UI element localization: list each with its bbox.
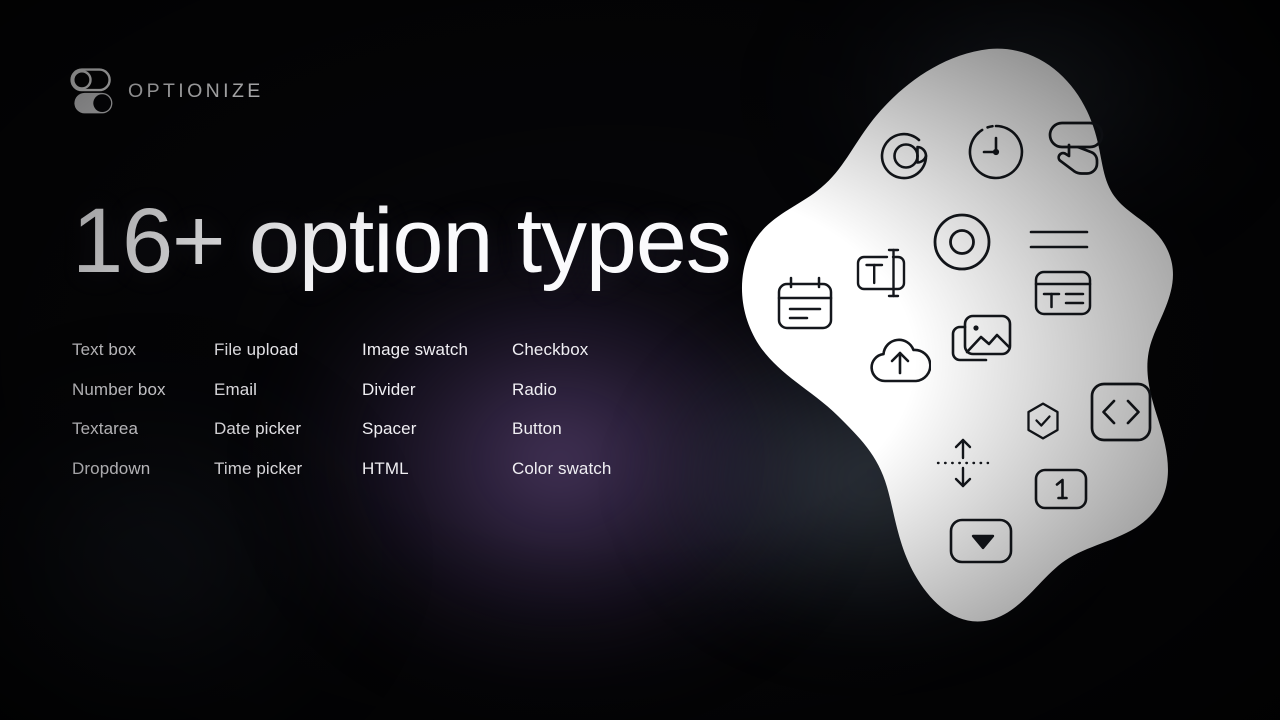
number-box-icon bbox=[1034, 468, 1088, 510]
option-type-color-swatch: Color swatch bbox=[512, 458, 612, 478]
option-type-dropdown: Dropdown bbox=[72, 458, 151, 478]
checkbox-icon bbox=[1027, 402, 1059, 440]
page-title: 16+ option types bbox=[72, 190, 732, 292]
code-brackets-icon bbox=[1090, 382, 1152, 442]
option-type-time-picker: Time picker bbox=[214, 458, 303, 478]
divider-icon bbox=[1029, 230, 1089, 249]
option-type-list: Text box File upload Image swatch Checkb… bbox=[72, 338, 611, 482]
radio-icon bbox=[933, 213, 991, 271]
option-type-divider: Divider bbox=[362, 379, 416, 399]
option-type-checkbox: Checkbox bbox=[512, 340, 589, 359]
option-type-image-swatch: Image swatch bbox=[362, 340, 469, 359]
option-type-html: HTML bbox=[362, 458, 409, 478]
clock-icon bbox=[968, 124, 1024, 180]
option-type-textarea: Textarea bbox=[72, 419, 139, 439]
button-cursor-icon bbox=[1048, 121, 1104, 175]
toggle-switch-stack-icon bbox=[70, 68, 113, 114]
option-type-date-picker: Date picker bbox=[214, 419, 302, 439]
textarea-icon bbox=[856, 248, 906, 298]
calendar-icon bbox=[777, 276, 833, 330]
dropdown-icon bbox=[949, 518, 1013, 564]
text-box-icon bbox=[1034, 270, 1092, 316]
option-type-button: Button bbox=[512, 419, 562, 439]
option-type-email: Email bbox=[214, 379, 258, 399]
cloud-upload-icon bbox=[870, 338, 931, 383]
brand-wordmark: OPTIONIZE bbox=[128, 79, 264, 102]
email-at-icon bbox=[880, 132, 928, 180]
illustration-icon-layer bbox=[735, 45, 1215, 630]
option-type-spacer: Spacer bbox=[362, 419, 417, 439]
option-type-file-upload: File upload bbox=[214, 340, 299, 359]
slide-canvas: OPTIONIZE 16+ option types Text box File… bbox=[0, 0, 1280, 720]
brand-logo[interactable]: OPTIONIZE bbox=[70, 68, 264, 115]
spacer-icon bbox=[936, 438, 990, 488]
option-type-radio: Radio bbox=[512, 379, 557, 399]
image-swatch-icon bbox=[951, 314, 1012, 362]
option-type-number-box: Number box bbox=[72, 379, 166, 399]
option-type-text-box: Text box bbox=[72, 340, 137, 359]
icon-collage-illustration bbox=[735, 45, 1215, 630]
